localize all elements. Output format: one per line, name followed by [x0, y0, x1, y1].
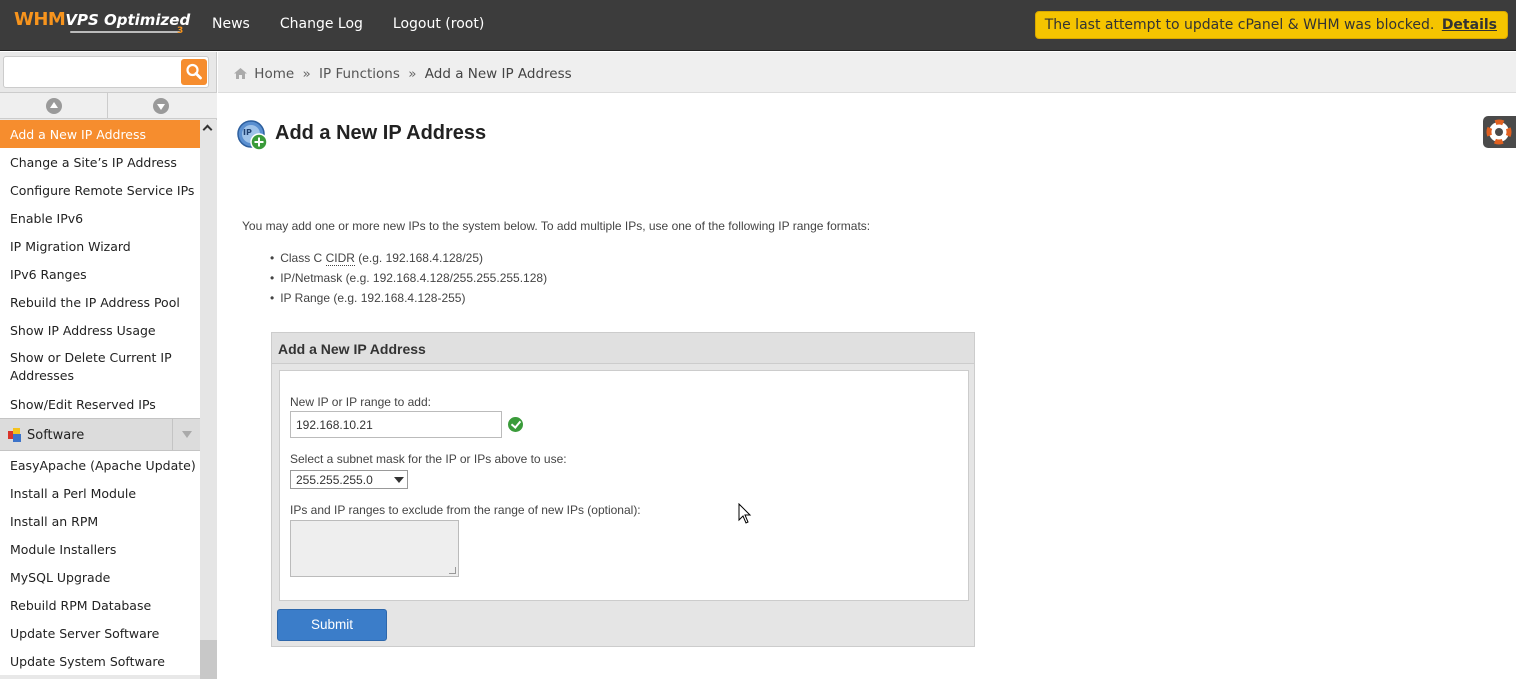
scroll-down-button[interactable]: [108, 93, 216, 119]
sidebar-item-perl-module[interactable]: Install a Perl Module: [0, 479, 200, 507]
sidebar-item-update-system[interactable]: Update System Software: [0, 647, 200, 675]
scroll-up-button[interactable]: [0, 93, 108, 119]
breadcrumb-home[interactable]: Home: [254, 66, 294, 82]
logo-product: VPS Optimized: [65, 11, 191, 29]
breadcrumb-ip-functions[interactable]: IP Functions: [319, 66, 400, 82]
sidebar-item-rebuild-rpm-db[interactable]: Rebuild RPM Database: [0, 591, 200, 619]
logo-version: 3: [177, 26, 184, 36]
search-input[interactable]: [8, 60, 178, 84]
sidebar-section-software[interactable]: Software: [0, 418, 200, 451]
format-example: (e.g. 192.168.4.128/255.255.255.128): [345, 271, 548, 285]
subnet-label: Select a subnet mask for the IP or IPs a…: [290, 452, 567, 466]
menu-scrollers: [0, 92, 217, 119]
sidebar-item-ip-migration[interactable]: IP Migration Wizard: [0, 232, 200, 260]
resize-handle-icon[interactable]: [449, 567, 456, 574]
exclude-label: IPs and IP ranges to exclude from the ra…: [290, 503, 641, 517]
top-nav: News Change Log Logout (root): [212, 16, 484, 32]
home-icon: [234, 68, 247, 79]
sidebar-item-enable-ipv6[interactable]: Enable IPv6: [0, 204, 200, 232]
whm-logo[interactable]: WHMVPS Optimized 3: [14, 9, 190, 39]
list-item: Class C CIDR (e.g. 192.168.4.128/25): [270, 251, 547, 271]
sidebar-item-delete-ips[interactable]: Show or Delete Current IP Addresses: [0, 344, 200, 390]
section-software-label: Software: [27, 428, 85, 443]
list-item: IP/Netmask (e.g. 192.168.4.128/255.255.2…: [270, 271, 547, 291]
update-blocked-alert: The last attempt to update cPanel & WHM …: [1034, 11, 1508, 39]
breadcrumb-separator: »: [302, 66, 311, 82]
search-icon: [186, 63, 202, 80]
sidebar-menu: Add a New IP Address Change a Site’s IP …: [0, 120, 200, 675]
intro-text: You may add one or more new IPs to the s…: [242, 219, 871, 233]
format-example: (e.g. 192.168.4.128/25): [358, 251, 484, 265]
ip-label: New IP or IP range to add:: [290, 395, 431, 409]
sidebar-item-install-rpm[interactable]: Install an RPM: [0, 507, 200, 535]
subnet-mask-select[interactable]: 255.255.255.0: [290, 470, 408, 489]
svg-text:IP: IP: [243, 128, 252, 137]
sidebar-search: [3, 56, 209, 88]
menu-scrollbar[interactable]: [200, 120, 217, 679]
sidebar-item-module-installers[interactable]: Module Installers: [0, 535, 200, 563]
exclude-ips-textarea[interactable]: [290, 520, 459, 577]
breadcrumb-current: Add a New IP Address: [424, 66, 572, 82]
arrow-up-icon: [46, 98, 62, 114]
add-ip-form-panel: Add a New IP Address New IP or IP range …: [271, 332, 975, 647]
chevron-up-icon: [202, 124, 213, 135]
logo-brand: WHM: [14, 9, 66, 30]
sidebar-item-rebuild-ip-pool[interactable]: Rebuild the IP Address Pool: [0, 288, 200, 316]
nav-news-link[interactable]: News: [212, 16, 250, 32]
mouse-cursor-icon: [738, 503, 752, 524]
format-example: (e.g. 192.168.4.128-255): [333, 291, 466, 305]
sidebar-item-easyapache[interactable]: EasyApache (Apache Update): [0, 451, 200, 479]
nav-changelog-link[interactable]: Change Log: [280, 16, 363, 32]
software-icon: [8, 428, 21, 442]
sidebar-item-change-site-ip[interactable]: Change a Site’s IP Address: [0, 148, 200, 176]
dropdown-arrow-icon: [394, 477, 404, 483]
form-body: New IP or IP range to add: Select a subn…: [279, 370, 969, 601]
logo-swoosh: [70, 31, 180, 33]
sidebar-item-ipv6-ranges[interactable]: IPv6 Ranges: [0, 260, 200, 288]
scrollbar-thumb[interactable]: [200, 640, 217, 679]
submit-button[interactable]: Submit: [277, 609, 387, 641]
subnet-selected-value: 255.255.255.0: [296, 473, 373, 487]
sidebar: Add a New IP Address Change a Site’s IP …: [0, 52, 217, 679]
new-ip-input[interactable]: [290, 411, 502, 438]
valid-check-icon: [508, 417, 523, 432]
panel-title: Add a New IP Address: [272, 333, 974, 364]
sidebar-item-remote-service-ips[interactable]: Configure Remote Service IPs: [0, 176, 200, 204]
nav-logout-link[interactable]: Logout (root): [393, 16, 484, 32]
search-button[interactable]: [181, 59, 207, 85]
sidebar-item-reserved-ips[interactable]: Show/Edit Reserved IPs: [0, 390, 200, 418]
sidebar-item-add-new-ip[interactable]: Add a New IP Address: [0, 120, 200, 148]
help-tab[interactable]: [1483, 116, 1516, 148]
collapse-icon[interactable]: [172, 419, 200, 450]
ip-format-list: Class C CIDR (e.g. 192.168.4.128/25) IP/…: [270, 251, 547, 311]
format-label: Class C: [280, 251, 323, 265]
page-title: Add a New IP Address: [275, 122, 487, 144]
sidebar-item-update-server[interactable]: Update Server Software: [0, 619, 200, 647]
cidr-abbr[interactable]: CIDR: [325, 251, 355, 266]
format-label: IP Range: [280, 291, 331, 305]
sidebar-item-mysql-upgrade[interactable]: MySQL Upgrade: [0, 563, 200, 591]
add-ip-icon: IP: [237, 120, 268, 151]
sidebar-item-ip-usage[interactable]: Show IP Address Usage: [0, 316, 200, 344]
list-item: IP Range (e.g. 192.168.4.128-255): [270, 291, 547, 311]
alert-text: The last attempt to update cPanel & WHM …: [1044, 17, 1435, 33]
breadcrumb-separator: »: [408, 66, 417, 82]
breadcrumb: Home » IP Functions » Add a New IP Addre…: [218, 52, 1516, 93]
top-bar: WHMVPS Optimized 3 News Change Log Logou…: [0, 0, 1516, 51]
arrow-down-icon: [153, 98, 169, 114]
alert-details-link[interactable]: Details: [1442, 17, 1497, 33]
format-label: IP/Netmask: [280, 271, 343, 285]
lifebuoy-icon: [1486, 119, 1512, 145]
